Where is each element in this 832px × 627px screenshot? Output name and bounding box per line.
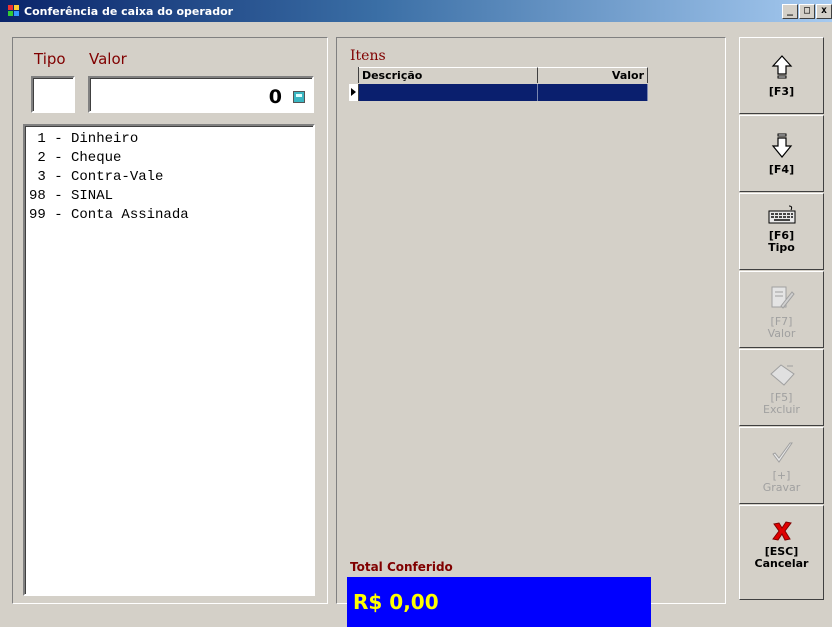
- down-button[interactable]: [F4]: [739, 115, 824, 192]
- valor-button[interactable]: [F7] Valor: [739, 271, 824, 348]
- tipo-button-label: [F6] Tipo: [768, 229, 795, 254]
- tipo-label: Tipo: [34, 50, 66, 68]
- valor-input-value: 0: [268, 86, 282, 108]
- edit-icon: [771, 286, 795, 309]
- excluir-button[interactable]: [F5] Excluir: [739, 349, 824, 426]
- table-row[interactable]: [349, 84, 648, 101]
- total-conferido-label: Total Conferido: [350, 560, 453, 574]
- items-panel: Itens Descrição Valor Total Conferido R$…: [336, 37, 726, 627]
- down-button-label: [F4]: [768, 163, 795, 176]
- arrow-down-icon: [771, 133, 792, 158]
- checkmark-icon: [771, 442, 793, 463]
- up-button-label: [F3]: [768, 85, 795, 98]
- tipo-input[interactable]: [31, 76, 75, 113]
- cancelar-button-label: [ESC] Cancelar: [754, 545, 809, 570]
- eraser-icon: [769, 364, 795, 386]
- close-button[interactable]: x: [816, 4, 832, 19]
- red-x-icon: [771, 521, 792, 541]
- app-icon: [8, 5, 20, 17]
- list-item[interactable]: 2 - Cheque: [29, 149, 313, 168]
- valor-label: Valor: [89, 50, 127, 68]
- column-valor[interactable]: Valor: [538, 67, 648, 83]
- column-descricao[interactable]: Descrição: [358, 67, 539, 83]
- valor-button-label: [F7] Valor: [767, 315, 796, 340]
- payment-type-list[interactable]: 1 - Dinheiro 2 - Cheque 3 - Contra-Vale …: [23, 124, 315, 596]
- tipo-button[interactable]: [F6] Tipo: [739, 193, 824, 270]
- row-indicator-icon: [349, 84, 359, 101]
- payment-type-panel: Tipo Valor 0 1 - Dinheiro 2 - Cheque 3 -…: [12, 37, 328, 604]
- list-item[interactable]: 1 - Dinheiro: [29, 130, 313, 149]
- window-controls: _ □ x: [782, 4, 832, 19]
- maximize-button[interactable]: □: [799, 4, 815, 19]
- title-bar: Conferência de caixa do operador _ □ x: [0, 0, 832, 22]
- up-button[interactable]: [F3]: [739, 37, 824, 114]
- excluir-button-label: [F5] Excluir: [763, 391, 800, 416]
- cancelar-button[interactable]: [ESC] Cancelar: [739, 505, 824, 600]
- list-item[interactable]: 98 - SINAL: [29, 187, 313, 206]
- list-item[interactable]: 3 - Contra-Vale: [29, 168, 313, 187]
- arrow-up-icon: [771, 55, 792, 79]
- items-grid-header: Descrição Valor: [349, 67, 648, 83]
- calculator-icon[interactable]: [293, 91, 305, 103]
- valor-input[interactable]: 0: [88, 76, 314, 113]
- total-conferido-value: R$ 0,00: [347, 577, 651, 627]
- list-item[interactable]: 99 - Conta Assinada: [29, 206, 313, 225]
- gravar-button-label: [+] Gravar: [762, 469, 801, 494]
- minimize-button[interactable]: _: [782, 4, 798, 19]
- window-title: Conferência de caixa do operador: [24, 4, 234, 18]
- gravar-button[interactable]: [+] Gravar: [739, 427, 824, 504]
- items-label: Itens: [350, 48, 386, 64]
- keyboard-icon: [768, 205, 795, 224]
